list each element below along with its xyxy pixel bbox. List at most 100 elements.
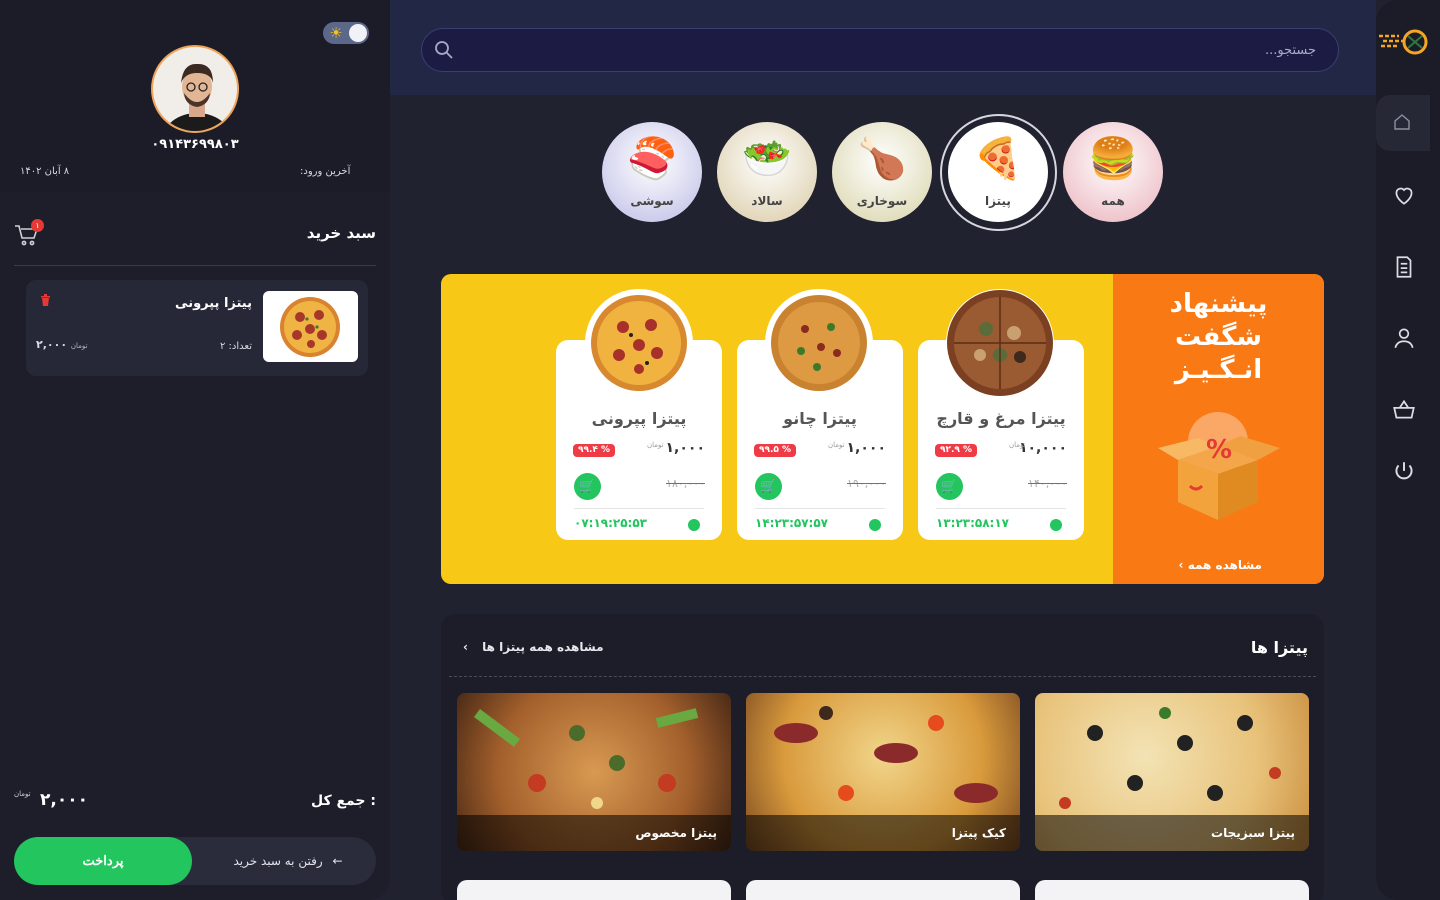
special-offer-panel: پیشنهاد شگفت انـگـیـز % ‹ مشاهده همه (1113, 274, 1324, 584)
power-icon[interactable] (1391, 459, 1417, 485)
go-to-cart-label: رفتن به سبد خرید (233, 854, 323, 868)
special-offer-view-all[interactable]: ‹ مشاهده همه (1179, 558, 1262, 572)
gift-box-icon: % (1148, 402, 1288, 522)
cart-item-quantity: تعداد: ۲ (219, 341, 252, 352)
category-label: سوشی (630, 194, 674, 208)
pizza-tile-label: کیک پیتزا (951, 826, 1006, 840)
cart-item-price-value: ۲,۰۰۰ (36, 338, 68, 351)
offer-card-timer: ۱۴:۲۳:۵۷:۵۷ (755, 516, 828, 530)
svg-text:%: % (1206, 435, 1232, 465)
user-icon[interactable] (1391, 325, 1417, 351)
special-offer-title-line: انـگـیـز (1174, 355, 1263, 385)
logo-icon (1377, 22, 1433, 62)
cart-title: سبد خرید (306, 224, 376, 242)
cart-divider (14, 265, 376, 266)
home-icon (1392, 112, 1412, 136)
cart-count-badge: ۱ (31, 219, 44, 232)
offer-card-image (765, 289, 873, 397)
view-all-pizzas-label: مشاهده همه پیتزا ها (482, 640, 604, 654)
offer-card-price: ۱,۰۰۰ (665, 440, 706, 456)
offer-card-name: پیتزا چانو (783, 409, 857, 428)
last-login-date: ۸ آبان ۱۴۰۲ (20, 166, 70, 177)
theme-toggle[interactable]: ☀ (323, 22, 369, 44)
sun-icon: ☀ (329, 24, 343, 42)
search-icon[interactable] (434, 40, 454, 60)
clock-icon (869, 519, 881, 531)
pizza-icon: 🍕 (973, 136, 1023, 182)
search-input[interactable] (466, 29, 1316, 71)
offer-card-timer: ۱۳:۲۳:۵۸:۱۷ (936, 516, 1009, 530)
offer-card-currency: تومان (828, 441, 845, 449)
view-all-pizzas-link[interactable]: ‹ مشاهده همه پیتزا ها (463, 640, 604, 654)
category-salad[interactable]: 🥗 سالاد (717, 122, 817, 222)
offer-card-currency: تومان (1009, 441, 1026, 449)
toggle-knob (349, 24, 367, 42)
add-to-cart-button[interactable]: 🛒 (574, 473, 601, 500)
document-icon[interactable] (1391, 254, 1417, 280)
section-divider (449, 676, 1316, 677)
pay-button[interactable]: پرداخت (14, 837, 192, 885)
special-offer-title-line: شگفت (1175, 322, 1262, 352)
cart-item-currency: تومان (70, 342, 88, 350)
offer-card-image (585, 289, 693, 397)
clock-icon (688, 519, 700, 531)
cart-item-image (263, 291, 358, 362)
basket-icon[interactable] (1391, 397, 1417, 423)
clock-icon (1050, 519, 1062, 531)
trash-icon[interactable] (40, 294, 51, 310)
avatar (151, 45, 239, 133)
nav-item-home[interactable] (1376, 95, 1430, 151)
section-title: پیتزا ها (1250, 638, 1308, 657)
offer-card-divider (574, 508, 704, 509)
cart-item-price: تومان ۲,۰۰۰ (36, 338, 87, 351)
category-label: سوخاری (856, 194, 908, 208)
offer-card-old-price: ۱۹۰,۰۰۰ (847, 477, 886, 490)
pizza-tile-next (746, 880, 1020, 900)
pizza-tile-next (457, 880, 731, 900)
last-login-label: آخرین ورود: (300, 166, 351, 177)
discount-badge: ۹۲.۹ % (935, 444, 978, 457)
user-phone: ۰۹۱۴۳۶۹۹۸۰۳ (151, 137, 239, 152)
offer-card-old-price: ۱۸۰,۰۰۰ (666, 477, 705, 490)
pizza-tile[interactable]: پیتزا مخصوص (457, 693, 731, 851)
fast-food-icon: 🍔 (1088, 136, 1138, 182)
add-to-cart-button[interactable]: 🛒 (755, 473, 782, 500)
category-label: پیتزا (985, 194, 1011, 208)
offer-card-timer: ۰۷:۱۹:۲۵:۵۳ (574, 516, 647, 530)
cart-item: پیتزا پپرونی تعداد: ۲ تومان ۲,۰۰۰ (26, 280, 368, 376)
search-bar (421, 28, 1339, 72)
category-all[interactable]: 🍔 همه (1063, 122, 1163, 222)
special-offer-view-all-label: مشاهده همه (1187, 558, 1262, 572)
offer-card-name: پیتزا پپرونی (591, 409, 687, 428)
pizza-tile-next (1035, 880, 1309, 900)
heart-icon[interactable] (1391, 182, 1417, 208)
go-to-cart-link[interactable]: رفتن به سبد خرید ← (200, 837, 376, 885)
pizza-tile-label: پیتزا سبزیجات (1211, 826, 1295, 840)
offer-card-divider (936, 508, 1066, 509)
offer-card-divider (755, 508, 885, 509)
offer-card-name: پیتزا مرغ و قارچ (936, 409, 1066, 428)
pizza-tile[interactable]: پیتزا سبزیجات (1035, 693, 1309, 851)
category-sushi[interactable]: 🍣 سوشی (602, 122, 702, 222)
total-currency: تومان (14, 790, 31, 798)
sushi-icon: 🍣 (627, 136, 677, 182)
discount-badge: ۹۹.۴ % (573, 444, 616, 457)
add-to-cart-button[interactable]: 🛒 (936, 473, 963, 500)
chevron-left-icon: ‹ (1178, 558, 1184, 572)
category-fried[interactable]: 🍗 سوخاری (832, 122, 932, 222)
offer-card-currency: تومان (647, 441, 664, 449)
category-label: همه (1101, 194, 1125, 208)
special-offer-title: پیشنهاد شگفت انـگـیـز (1113, 288, 1324, 387)
special-offer-title-line: پیشنهاد (1169, 289, 1268, 319)
offer-card-price: ۱,۰۰۰ (846, 440, 887, 456)
total-value: ۲,۰۰۰ (40, 790, 88, 810)
offer-card-image (946, 289, 1054, 397)
pizza-tile[interactable]: کیک پیتزا (746, 693, 1020, 851)
total-label: جمع کل : (310, 793, 376, 809)
category-label: سالاد (751, 194, 783, 208)
arrow-left-icon: ← (332, 854, 343, 868)
pizza-tile-label: پیتزا مخصوص (635, 826, 717, 840)
category-pizza[interactable]: 🍕 پیتزا (948, 122, 1048, 222)
drumstick-icon: 🍗 (857, 136, 907, 182)
cart-item-name: پیتزا پپرونی (175, 296, 252, 311)
